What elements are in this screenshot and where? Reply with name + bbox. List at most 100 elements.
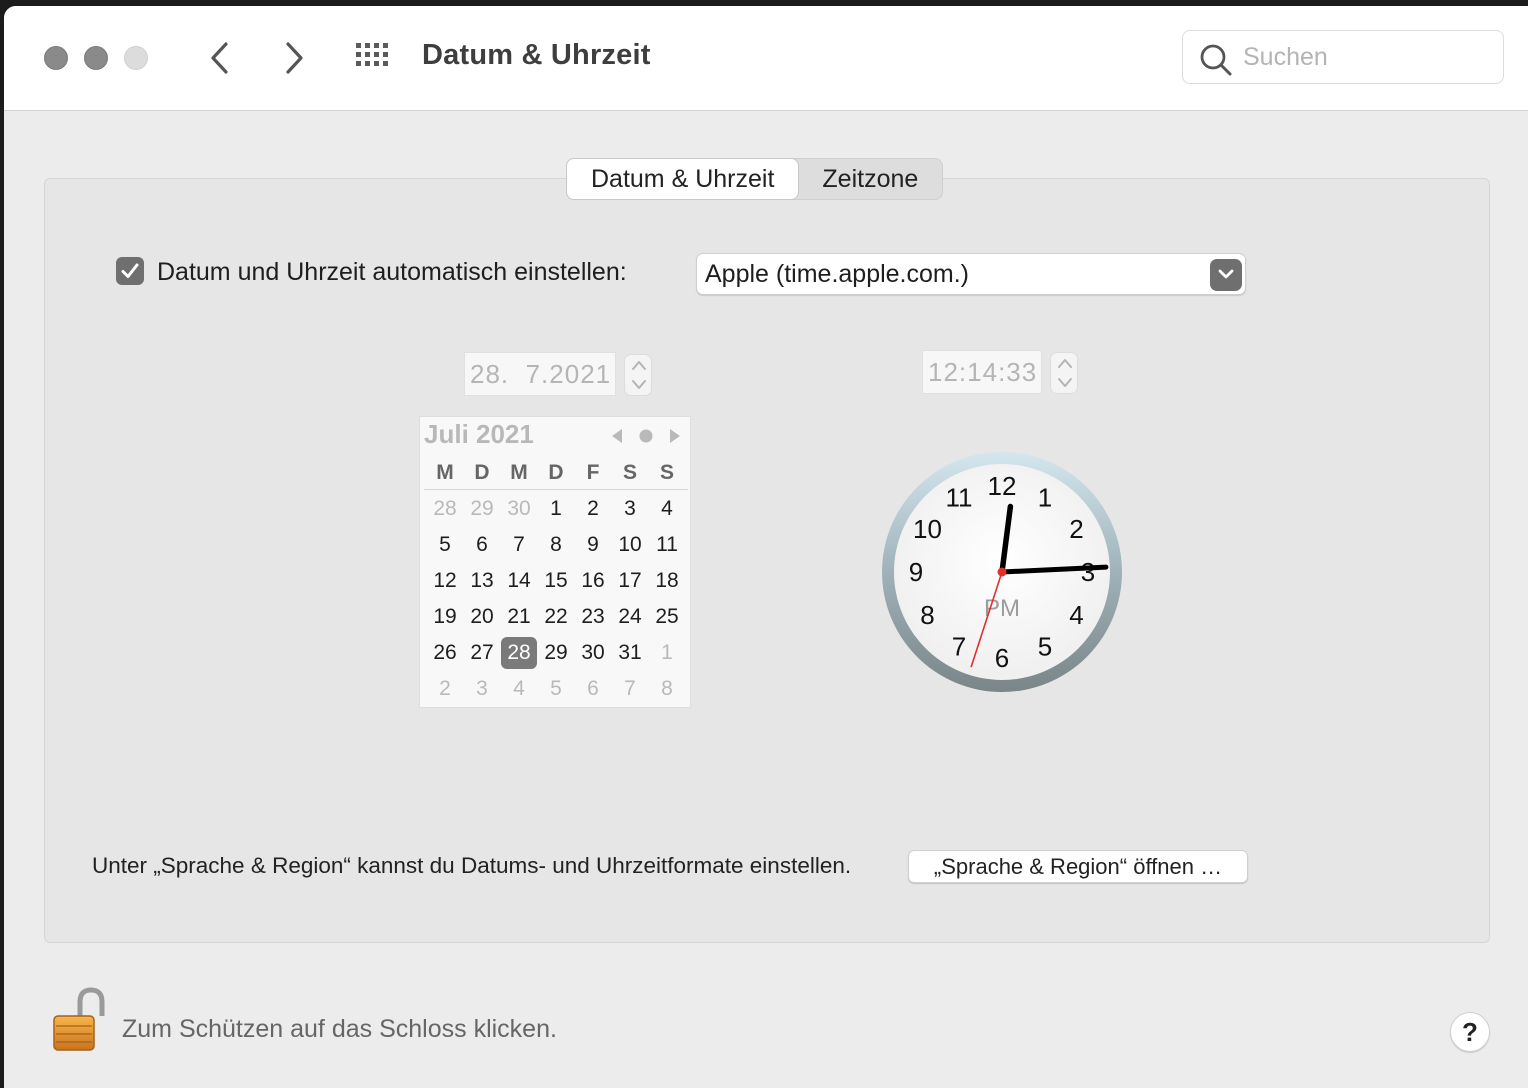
lock-hint-text: Zum Schützen auf das Schloss klicken.: [122, 1015, 557, 1043]
chevron-down-icon: [1218, 269, 1234, 279]
calendar-nav: [610, 427, 682, 450]
calendar-day[interactable]: 18: [649, 565, 685, 597]
calendar-day[interactable]: 21: [501, 601, 537, 633]
calendar-day[interactable]: 1: [538, 493, 574, 525]
calendar-day[interactable]: 2: [427, 673, 463, 705]
forward-button[interactable]: [274, 36, 314, 80]
calendar: Juli 2021 M D M D F S S 28 29 30 1 2 3 4 5 6 7 8 9 10 11 12 13…: [419, 416, 691, 708]
calendar-day[interactable]: 30: [575, 637, 611, 669]
calendar-day[interactable]: 7: [501, 529, 537, 561]
calendar-day[interactable]: 14: [501, 565, 537, 597]
calendar-day[interactable]: 20: [464, 601, 500, 633]
system-preferences-window: Datum & Uhrzeit Datum & Uhrzeit Zeitzone…: [4, 6, 1528, 1088]
calendar-day[interactable]: 17: [612, 565, 648, 597]
calendar-day[interactable]: 4: [649, 493, 685, 525]
calendar-day[interactable]: 4: [501, 673, 537, 705]
calendar-day[interactable]: 10: [612, 529, 648, 561]
auto-set-label: Datum und Uhrzeit automatisch einstellen…: [157, 258, 627, 286]
calendar-day[interactable]: 22: [538, 601, 574, 633]
calendar-day[interactable]: 23: [575, 601, 611, 633]
calendar-weekday: M: [436, 461, 454, 484]
clock-number: 6: [995, 643, 1009, 673]
calendar-day[interactable]: 16: [575, 565, 611, 597]
calendar-weekday: D: [474, 461, 490, 484]
calendar-day[interactable]: 25: [649, 601, 685, 633]
search-box[interactable]: [1182, 30, 1504, 84]
calendar-day[interactable]: 15: [538, 565, 574, 597]
tab-time-zone[interactable]: Zeitzone: [798, 159, 942, 199]
stepper-arrows-icon: [1058, 359, 1072, 387]
clock-number: 9: [909, 557, 923, 587]
lock-icon[interactable]: [50, 986, 110, 1054]
time-stepper[interactable]: [1050, 352, 1078, 394]
calendar-day[interactable]: 5: [538, 673, 574, 705]
checkmark-icon: [121, 263, 139, 278]
search-icon: [1200, 44, 1232, 76]
calendar-day[interactable]: 9: [575, 529, 611, 561]
date-field[interactable]: 28. 7.2021: [464, 352, 616, 396]
window-title: Datum & Uhrzeit: [422, 39, 651, 71]
calendar-day[interactable]: 8: [649, 673, 685, 705]
calendar-day[interactable]: 3: [464, 673, 500, 705]
today-dot-icon[interactable]: [639, 429, 653, 443]
clock-number: 3: [1081, 557, 1095, 587]
calendar-weekday: S: [659, 461, 674, 484]
calendar-day[interactable]: 13: [464, 565, 500, 597]
region-hint-text: Unter „Sprache & Region“ kannst du Datum…: [92, 853, 852, 878]
select-arrow[interactable]: [1210, 259, 1242, 291]
auto-set-checkbox[interactable]: [116, 257, 144, 285]
calendar-day[interactable]: 11: [649, 529, 685, 561]
calendar-day[interactable]: 6: [464, 529, 500, 561]
calendar-day[interactable]: 30: [501, 493, 537, 525]
chevron-left-icon: [211, 42, 228, 74]
analog-clock: 12 1234567891011 PM: [882, 452, 1122, 692]
calendar-weekday: F: [586, 461, 600, 484]
calendar-day[interactable]: 12: [427, 565, 463, 597]
chevron-right-icon: [286, 42, 303, 74]
calendar-day[interactable]: 1: [649, 637, 685, 669]
previous-month-icon[interactable]: [612, 429, 622, 443]
calendar-day[interactable]: 19: [427, 601, 463, 633]
close-window-button[interactable]: [44, 46, 68, 70]
zoom-window-button[interactable]: [124, 46, 148, 70]
clock-number: 5: [1038, 632, 1052, 662]
date-stepper[interactable]: [624, 354, 652, 396]
back-button[interactable]: [200, 36, 240, 80]
clock-number: 2: [1069, 514, 1083, 544]
help-button[interactable]: ?: [1450, 1012, 1490, 1052]
calendar-day[interactable]: 24: [612, 601, 648, 633]
search-input[interactable]: [1243, 41, 1483, 73]
calendar-day[interactable]: 28: [427, 493, 463, 525]
minimize-window-button[interactable]: [84, 46, 108, 70]
calendar-day[interactable]: 28: [501, 637, 537, 669]
grid-icon: [356, 43, 388, 66]
calendar-day[interactable]: 3: [612, 493, 648, 525]
calendar-day[interactable]: 27: [464, 637, 500, 669]
clock-number: 10: [913, 514, 942, 544]
tab-date-time[interactable]: Datum & Uhrzeit: [567, 159, 799, 199]
calendar-weekday: M: [510, 461, 528, 484]
calendar-day[interactable]: 6: [575, 673, 611, 705]
calendar-day[interactable]: 29: [464, 493, 500, 525]
show-all-button[interactable]: [354, 40, 394, 74]
calendar-weekday: D: [548, 461, 564, 484]
time-server-select[interactable]: Apple (time.apple.com.): [696, 253, 1246, 295]
calendar-day[interactable]: 26: [427, 637, 463, 669]
calendar-day[interactable]: 2: [575, 493, 611, 525]
clock-number: 11: [946, 483, 973, 513]
calendar-day[interactable]: 5: [427, 529, 463, 561]
time-field[interactable]: 12:14:33: [922, 350, 1042, 394]
calendar-day[interactable]: 8: [538, 529, 574, 561]
next-month-icon[interactable]: [670, 429, 680, 443]
time-server-value: Apple (time.apple.com.): [705, 260, 970, 288]
calendar-day[interactable]: 31: [612, 637, 648, 669]
open-language-region-button[interactable]: „Sprache & Region“ öffnen …: [908, 850, 1248, 883]
calendar-day[interactable]: 29: [538, 637, 574, 669]
title-bar: Datum & Uhrzeit: [4, 6, 1528, 111]
calendar-month-label: Juli 2021: [424, 419, 534, 449]
clock-number: 12: [988, 471, 1017, 501]
clock-number: 8: [920, 600, 934, 630]
calendar-day[interactable]: 7: [612, 673, 648, 705]
tab-bar: Datum & Uhrzeit Zeitzone: [566, 158, 944, 200]
clock-center-pin: [997, 567, 1007, 577]
